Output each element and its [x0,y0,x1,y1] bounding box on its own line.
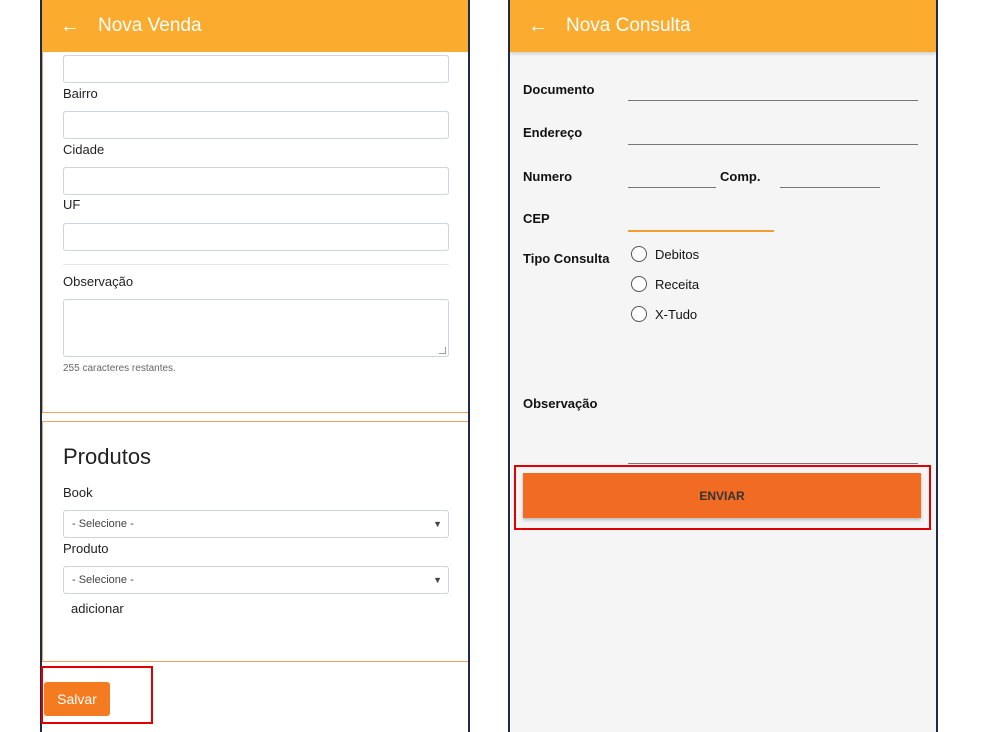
chars-remaining: 255 caracteres restantes. [63,363,176,374]
page-title: Nova Venda [98,15,202,36]
observacao-textarea[interactable] [63,299,449,357]
tipo-consulta-label: Tipo Consulta [523,251,610,266]
resize-handle-icon[interactable] [439,347,446,354]
arrow-left-icon[interactable]: ← [510,15,566,38]
dropdown-arrow-icon: ▼ [433,575,442,585]
address-form-panel: Bairro Cidade UF Observação 255 caracter… [42,52,468,413]
numero-label: Numero [523,169,573,184]
radio-x-tudo[interactable]: X-Tudo [631,306,697,322]
divider [63,264,449,265]
endereco-input[interactable] [628,144,918,145]
nova-venda-screen: ← Nova Venda Bairro Cidade UF Observação… [40,0,470,732]
produtos-panel: Produtos Book - Selecione - ▼ Produto - … [42,421,468,662]
radio-label: Receita [655,276,700,292]
bairro-label: Bairro [63,86,98,101]
page-title: Nova Consulta [566,15,691,36]
cidade-label: Cidade [63,142,105,157]
highlight-box-enviar [514,465,931,530]
bairro-input[interactable] [63,111,449,139]
uf-label: UF [63,197,81,212]
arrow-left-icon[interactable]: ← [42,15,98,38]
documento-input[interactable] [628,100,918,101]
book-select[interactable]: - Selecione - ▼ [63,510,449,538]
highlight-box-salvar [41,666,153,724]
cidade-input[interactable] [63,167,449,195]
comp-input[interactable] [780,187,880,188]
cep-input[interactable] [628,230,774,232]
uf-input[interactable] [63,223,449,251]
radio-label: X-Tudo [655,306,698,322]
radio-circle-icon[interactable] [631,276,647,292]
endereco-label: Endereço [523,125,583,140]
book-label: Book [63,485,93,500]
nova-consulta-screen: ← Nova Consulta Documento Endereço Numer… [508,0,938,732]
documento-label: Documento [523,82,595,97]
observacao-label: Observação [63,274,134,289]
app-bar: ← Nova Consulta [510,0,936,52]
radio-receita[interactable]: Receita [631,276,699,292]
comp-label: Comp. [720,169,761,184]
radio-circle-icon[interactable] [631,306,647,322]
observacao-input[interactable] [628,463,918,464]
radio-circle-icon[interactable] [631,246,647,262]
observacao-label: Observação [523,396,598,411]
book-select-value: - Selecione - [72,518,134,530]
numero-input[interactable] [628,187,716,188]
address-input[interactable] [63,55,449,83]
produto-select[interactable]: - Selecione - ▼ [63,566,449,594]
radio-debitos[interactable]: Debitos [631,246,699,262]
produtos-title: Produtos [63,444,152,469]
app-bar: ← Nova Venda [42,0,468,52]
produto-label: Produto [63,541,109,556]
radio-label: Debitos [655,246,700,262]
cep-label: CEP [523,211,550,226]
adicionar-link[interactable]: adicionar [71,601,124,616]
produto-select-value: - Selecione - [72,574,134,586]
dropdown-arrow-icon: ▼ [433,519,442,529]
